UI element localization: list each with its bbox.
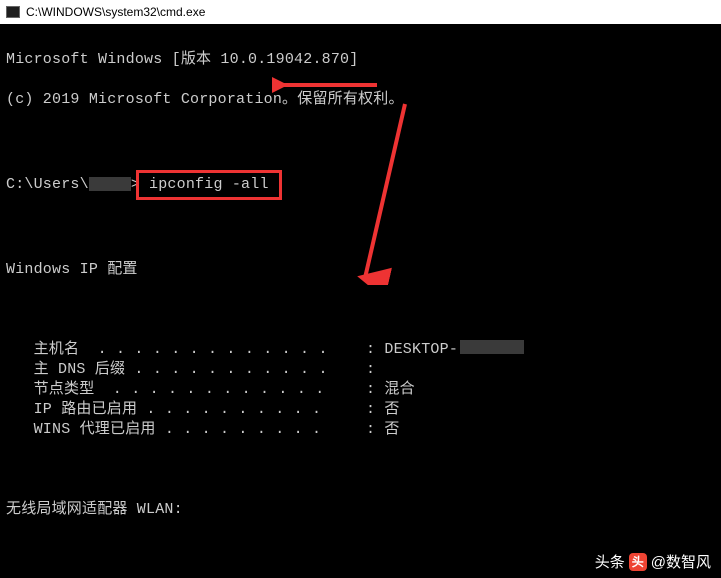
censored-value bbox=[460, 340, 524, 354]
row-label: WINS 代理已启用 . . . . . . . . . bbox=[6, 420, 366, 440]
output-row: WINS 代理已启用 . . . . . . . . . : 否 bbox=[6, 420, 715, 440]
blank-line bbox=[6, 130, 715, 150]
prompt-line: C:\Users\>ipconfig -all bbox=[6, 170, 715, 200]
watermark-brand: @数智风 bbox=[651, 551, 711, 572]
row-sep: : bbox=[366, 380, 384, 400]
output-row: 主机名 . . . . . . . . . . . . . : DESKTOP- bbox=[6, 340, 715, 360]
row-sep: : bbox=[366, 340, 384, 360]
blank-line bbox=[6, 300, 715, 320]
row-value: DESKTOP- bbox=[384, 340, 458, 360]
row-sep: : bbox=[366, 400, 384, 420]
window-title: C:\WINDOWS\system32\cmd.exe bbox=[26, 0, 205, 24]
row-sep: : bbox=[366, 420, 384, 440]
watermark-prefix: 头条 bbox=[595, 551, 625, 572]
section-ipconfig-rows: 主机名 . . . . . . . . . . . . . : DESKTOP-… bbox=[6, 340, 715, 440]
command-highlight-box: ipconfig -all bbox=[136, 170, 282, 200]
blank-line bbox=[6, 460, 715, 480]
prompt-prefix: C:\Users\ bbox=[6, 176, 89, 193]
watermark: 头条 头 @数智风 bbox=[595, 551, 711, 572]
window-titlebar: C:\WINDOWS\system32\cmd.exe bbox=[0, 0, 721, 24]
row-value: 否 bbox=[384, 420, 399, 440]
censored-username bbox=[89, 177, 131, 191]
header-line-1: Microsoft Windows [版本 10.0.19042.870] bbox=[6, 50, 715, 70]
output-row: 主 DNS 后缀 . . . . . . . . . . . : bbox=[6, 360, 715, 380]
output-row: 节点类型 . . . . . . . . . . . . : 混合 bbox=[6, 380, 715, 400]
header-line-2: (c) 2019 Microsoft Corporation。保留所有权利。 bbox=[6, 90, 715, 110]
typed-command: ipconfig -all bbox=[149, 176, 269, 193]
row-label: IP 路由已启用 . . . . . . . . . . bbox=[6, 400, 366, 420]
output-row: IP 路由已启用 . . . . . . . . . . : 否 bbox=[6, 400, 715, 420]
section-title-ipconfig: Windows IP 配置 bbox=[6, 260, 715, 280]
row-label: 主 DNS 后缀 . . . . . . . . . . . bbox=[6, 360, 366, 380]
terminal-output[interactable]: Microsoft Windows [版本 10.0.19042.870] (c… bbox=[0, 24, 721, 578]
row-label: 主机名 . . . . . . . . . . . . . bbox=[6, 340, 366, 360]
row-sep: : bbox=[366, 360, 384, 380]
watermark-logo-icon: 头 bbox=[629, 553, 647, 571]
section-title-wlan: 无线局域网适配器 WLAN: bbox=[6, 500, 715, 520]
row-value: 否 bbox=[384, 400, 399, 420]
row-value: 混合 bbox=[384, 380, 414, 400]
row-label: 节点类型 . . . . . . . . . . . . bbox=[6, 380, 366, 400]
blank-line bbox=[6, 220, 715, 240]
cmd-icon bbox=[6, 6, 20, 18]
